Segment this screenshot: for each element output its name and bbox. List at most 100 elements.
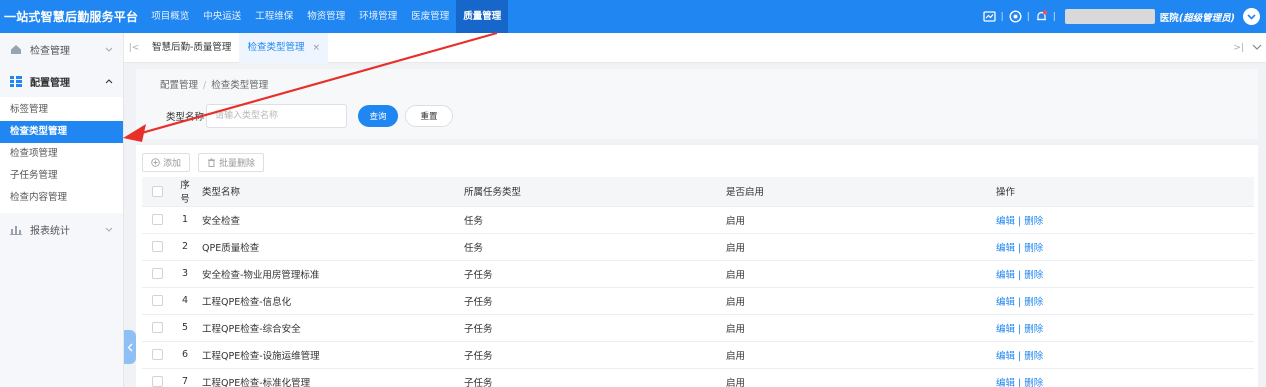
delete-link[interactable]: 删除 xyxy=(1024,270,1043,281)
row-enabled-status[interactable]: 启用 xyxy=(722,233,992,261)
row-checkbox[interactable] xyxy=(152,241,163,252)
tabs-scroll-right-icon[interactable]: >| xyxy=(1233,43,1244,53)
delete-link[interactable]: 删除 xyxy=(1024,351,1043,362)
sidebar-group-inspection[interactable]: 检查管理 xyxy=(0,33,123,65)
topnav-item-transport[interactable]: 中央运送 xyxy=(196,0,248,33)
row-enabled-status[interactable]: 启用 xyxy=(722,260,992,288)
topnav-item-materials[interactable]: 物资管理 xyxy=(300,0,352,33)
tab-quality-home[interactable]: 智慧后勤-质量管理 xyxy=(144,33,239,63)
edit-link[interactable]: 编辑 xyxy=(996,243,1015,254)
sidebar-item-tags[interactable]: 标签管理 xyxy=(0,99,123,121)
chevron-up-icon xyxy=(105,76,113,87)
action-separator: | xyxy=(1018,215,1022,227)
row-enabled-status[interactable]: 启用 xyxy=(722,368,992,387)
select-all-checkbox[interactable] xyxy=(152,185,163,197)
edit-link[interactable]: 编辑 xyxy=(996,297,1015,308)
sidebar-group-reports[interactable]: 报表统计 xyxy=(0,213,123,245)
row-checkbox[interactable] xyxy=(152,322,163,333)
type-name-search-input[interactable] xyxy=(206,104,348,128)
topnav-item-environment[interactable]: 环境管理 xyxy=(352,0,404,33)
action-separator: | xyxy=(1018,269,1022,281)
sidebar-submenu-config: 标签管理 检查类型管理 检查项管理 子任务管理 检查内容管理 xyxy=(0,97,123,213)
sidebar-item-inspection-type[interactable]: 检查类型管理 xyxy=(0,121,123,143)
user-name-redacted xyxy=(1064,9,1155,24)
bar-chart-icon xyxy=(10,224,24,235)
edit-link[interactable]: 编辑 xyxy=(996,270,1015,281)
screen-icon[interactable] xyxy=(983,10,996,23)
action-separator: | xyxy=(1018,377,1022,387)
row-checkbox[interactable] xyxy=(152,295,163,306)
action-separator: | xyxy=(1018,296,1022,308)
tab-inspection-type[interactable]: 检查类型管理 × xyxy=(239,32,328,63)
row-enabled-status[interactable]: 启用 xyxy=(722,287,992,315)
breadcrumb-parent[interactable]: 配置管理 xyxy=(160,80,198,91)
delete-link[interactable]: 删除 xyxy=(1024,324,1043,335)
row-select-cell xyxy=(142,206,172,234)
batch-delete-button[interactable]: 批量删除 xyxy=(198,153,265,172)
sidebar-item-inspection-content[interactable]: 检查内容管理 xyxy=(0,187,123,209)
tabs-scroll-left-icon[interactable]: |< xyxy=(124,43,144,53)
user-menu-chevron-icon[interactable] xyxy=(1243,8,1260,25)
dashboard-icon[interactable] xyxy=(1009,10,1022,23)
close-icon[interactable]: × xyxy=(312,43,320,53)
sidebar-collapse-handle[interactable] xyxy=(124,330,136,364)
edit-link[interactable]: 编辑 xyxy=(996,324,1015,335)
row-type-name: 工程QPE检查-标准化管理 xyxy=(198,368,460,387)
inspection-type-table: 序号 类型名称 所属任务类型 是否启用 操作 1 安全检查 任务 启用 编辑 | 删除 2 QP… xyxy=(142,177,1254,387)
action-separator: | xyxy=(1018,242,1022,254)
add-button[interactable]: 添加 xyxy=(142,153,191,172)
delete-link[interactable]: 删除 xyxy=(1024,216,1043,227)
row-index: 6 xyxy=(172,341,198,369)
row-actions: 编辑 | 删除 xyxy=(992,287,1254,315)
table-actions: 添加 批量删除 xyxy=(142,153,265,172)
row-select-cell xyxy=(142,368,172,387)
header-separator: | xyxy=(1052,11,1056,22)
row-checkbox[interactable] xyxy=(152,214,163,225)
add-button-label: 添加 xyxy=(163,159,182,169)
sidebar-item-inspection-items[interactable]: 检查项管理 xyxy=(0,143,123,165)
topnav-item-quality[interactable]: 质量管理 xyxy=(456,0,509,33)
delete-link[interactable]: 删除 xyxy=(1024,297,1043,308)
row-checkbox[interactable] xyxy=(152,376,163,387)
row-select-cell xyxy=(142,341,172,369)
table-panel: 添加 批量删除 序号 类型名称 所属任务类型 是否启用 操作 1 安全检查 任务… xyxy=(136,145,1258,387)
column-header-name: 类型名称 xyxy=(198,177,460,207)
row-index: 4 xyxy=(172,287,198,315)
delete-link[interactable]: 删除 xyxy=(1024,243,1043,254)
breadcrumb-separator: / xyxy=(203,80,207,91)
topnav-item-maintenance[interactable]: 工程维保 xyxy=(248,0,300,33)
header-right: | | | 医院(超级管理员) xyxy=(983,0,1260,33)
row-enabled-status[interactable]: 启用 xyxy=(722,206,992,234)
row-enabled-status[interactable]: 启用 xyxy=(722,314,992,342)
edit-link[interactable]: 编辑 xyxy=(996,351,1015,362)
query-button[interactable]: 查询 xyxy=(358,105,399,127)
row-checkbox[interactable] xyxy=(152,349,163,360)
row-select-cell xyxy=(142,287,172,315)
row-index: 2 xyxy=(172,233,198,261)
topnav-item-medical-waste[interactable]: 医废管理 xyxy=(404,0,456,33)
row-actions: 编辑 | 删除 xyxy=(992,314,1254,342)
sidebar: 检查管理 配置管理 标签管理 检查类型管理 检查项管理 子任务管理 检查内容管理… xyxy=(0,33,124,387)
column-header-index: 序号 xyxy=(172,177,198,207)
delete-link[interactable]: 删除 xyxy=(1024,378,1043,387)
row-enabled-status[interactable]: 启用 xyxy=(722,341,992,369)
edit-link[interactable]: 编辑 xyxy=(996,378,1015,387)
user-role: (超级管理员) xyxy=(1178,12,1235,24)
row-select-cell xyxy=(142,233,172,261)
edit-link[interactable]: 编辑 xyxy=(996,216,1015,227)
chevron-down-icon[interactable] xyxy=(1252,43,1262,53)
row-task-type: 任务 xyxy=(460,233,722,261)
row-type-name: 安全检查-物业用房管理标准 xyxy=(198,260,460,288)
topnav-item-overview[interactable]: 项目概览 xyxy=(144,0,196,33)
row-checkbox[interactable] xyxy=(152,268,163,279)
row-task-type: 子任务 xyxy=(460,260,722,288)
action-separator: | xyxy=(1018,323,1022,335)
row-select-cell xyxy=(142,260,172,288)
table-row: 7 工程QPE检查-标准化管理 子任务 启用 编辑 | 删除 xyxy=(142,368,1254,387)
sidebar-item-subtasks[interactable]: 子任务管理 xyxy=(0,165,123,187)
sidebar-group-config[interactable]: 配置管理 xyxy=(0,65,123,97)
hospital-name: 医院 xyxy=(1159,12,1179,24)
reset-button[interactable]: 重置 xyxy=(405,105,454,127)
bell-icon[interactable] xyxy=(1035,10,1048,23)
row-type-name: 工程QPE检查-信息化 xyxy=(198,287,460,315)
